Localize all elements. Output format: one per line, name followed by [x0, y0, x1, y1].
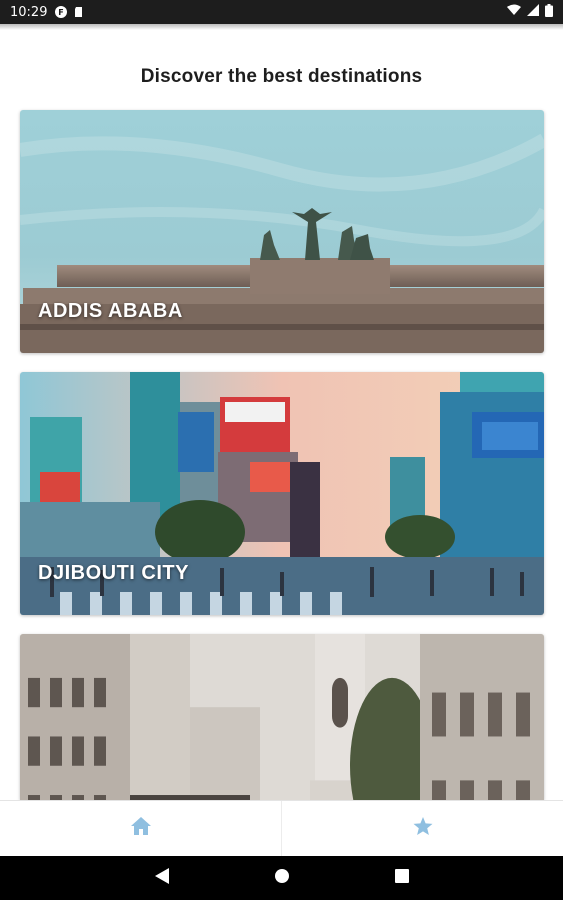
destination-card-3[interactable]: [20, 634, 544, 800]
recents-square-icon: [394, 868, 409, 888]
star-icon: [413, 816, 433, 841]
signal-icon: [527, 4, 539, 20]
destination-name: DJIBOUTI CITY: [38, 562, 189, 584]
nav-favorites[interactable]: [281, 801, 563, 856]
status-icons-right: [507, 3, 553, 21]
destination-image: [20, 634, 544, 800]
destination-name: ADDIS ABABA: [38, 300, 183, 322]
system-recents-button[interactable]: [342, 856, 462, 900]
destination-card-djibouti-city[interactable]: DJIBOUTI CITY: [20, 372, 544, 615]
home-circle-icon: [274, 868, 290, 889]
status-bar-shadow: [0, 24, 563, 30]
page-title: Discover the best destinations: [140, 66, 423, 87]
system-back-button[interactable]: [102, 856, 222, 900]
sd-card-icon: [73, 6, 85, 18]
home-icon: [130, 817, 151, 840]
battery-icon: [545, 3, 553, 21]
bottom-navigation: [0, 800, 563, 856]
notification-f-icon: F: [55, 6, 68, 18]
nav-home[interactable]: [0, 801, 281, 856]
back-icon: [154, 867, 169, 889]
svg-text:F: F: [59, 8, 64, 17]
status-bar: 10:29 F: [0, 0, 563, 24]
system-navigation-bar: [0, 856, 563, 900]
destination-card-addis-ababa[interactable]: ADDIS ABABA: [20, 110, 544, 353]
wifi-icon: [507, 4, 521, 20]
status-time: 10:29: [10, 4, 48, 20]
system-home-button[interactable]: [222, 856, 342, 900]
